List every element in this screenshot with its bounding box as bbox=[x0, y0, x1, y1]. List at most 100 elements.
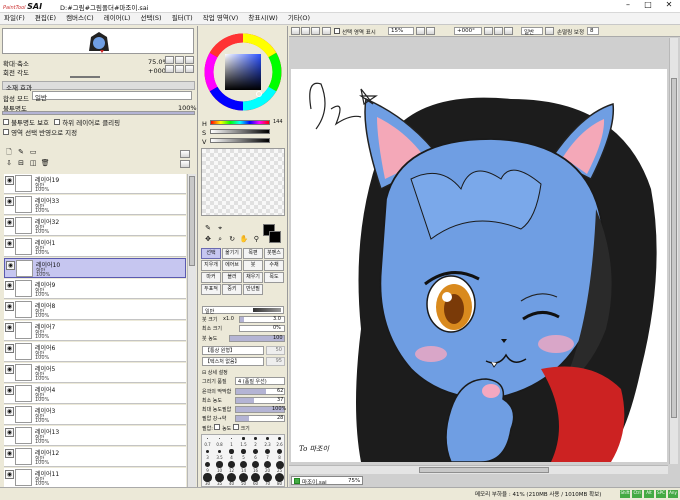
brush-size-cell[interactable]: 3.5 bbox=[214, 448, 225, 460]
brush-size-cell[interactable]: 1 bbox=[226, 435, 237, 447]
panel-splitter[interactable] bbox=[70, 76, 100, 78]
brush-size-cell[interactable]: 20 bbox=[262, 460, 273, 473]
angle-select[interactable]: +000° bbox=[454, 27, 482, 35]
menu-select[interactable]: 선택(S) bbox=[136, 13, 165, 24]
brush-size-cell[interactable]: 4 bbox=[226, 448, 237, 460]
brush-size-cell[interactable]: 40 bbox=[226, 473, 237, 486]
tool-button[interactable]: 지우개 bbox=[201, 260, 221, 271]
color-wheel[interactable] bbox=[203, 32, 283, 112]
menu-window[interactable]: 창표시(W) bbox=[244, 13, 281, 24]
brush-size-cell[interactable]: 50 bbox=[238, 473, 249, 486]
visibility-eye-icon[interactable]: ◉ bbox=[5, 197, 14, 206]
brush-size-cell[interactable]: 25 bbox=[274, 460, 284, 473]
brush-size-cell[interactable]: 9 bbox=[202, 461, 213, 473]
layer-row[interactable]: ◉ 레이어9 항반 100% bbox=[4, 279, 186, 299]
visibility-eye-icon[interactable]: ◉ bbox=[5, 449, 14, 458]
brush-size-cell[interactable]: 70 bbox=[262, 473, 273, 486]
menu-view[interactable]: 작업 영역(V) bbox=[199, 13, 243, 24]
delete-layer-icon[interactable]: 🗑 bbox=[40, 158, 50, 168]
tool-button[interactable]: 블러 bbox=[222, 272, 242, 283]
zoom-select[interactable]: 15% bbox=[388, 27, 414, 35]
deselect-button[interactable] bbox=[311, 27, 320, 35]
pencil-icon[interactable]: ✎ bbox=[203, 223, 213, 233]
quality-select[interactable]: 4 (품질 우선) bbox=[235, 377, 285, 385]
menu-others[interactable]: 기타(O) bbox=[284, 13, 314, 24]
zoom-tool-icon[interactable]: ⌕ bbox=[215, 234, 225, 244]
brush-size-cell[interactable]: 0.8 bbox=[214, 435, 225, 447]
saturation-slider[interactable] bbox=[210, 129, 270, 134]
layer-row[interactable]: ◉ 레이어12 항반 100% bbox=[4, 447, 186, 467]
value-slider[interactable] bbox=[210, 138, 270, 143]
visibility-eye-icon[interactable]: ◉ bbox=[5, 470, 14, 479]
layer-row[interactable]: ◉ 레이어1 항반 100% bbox=[4, 237, 186, 257]
tool-button[interactable]: 목도 bbox=[264, 272, 284, 283]
background-color[interactable] bbox=[269, 231, 281, 243]
menu-layer[interactable]: 레이어(L) bbox=[100, 13, 135, 24]
brush-size-cell[interactable]: 14 bbox=[238, 461, 249, 473]
tool-button[interactable]: 선택 bbox=[201, 248, 221, 259]
source-checkbox[interactable] bbox=[3, 129, 9, 135]
brush-size-cell[interactable]: 2.3 bbox=[262, 435, 273, 447]
layer-row[interactable]: ◉ 레이어7 항반 100% bbox=[4, 321, 186, 341]
brush-size-cell[interactable]: 30 bbox=[202, 473, 213, 486]
brush-size-cell[interactable]: 10 bbox=[214, 461, 225, 473]
zoom-out-button[interactable] bbox=[175, 56, 184, 64]
tool-button[interactable]: 중키 bbox=[222, 284, 242, 295]
menu-edit[interactable]: 편집(E) bbox=[31, 13, 60, 24]
undo-button[interactable] bbox=[291, 27, 300, 35]
hand-icon[interactable]: ✋ bbox=[239, 234, 249, 244]
dropper-icon[interactable]: ⌖ bbox=[215, 223, 225, 233]
canvas-vscrollbar-thumb[interactable] bbox=[671, 78, 677, 418]
canvas-hscrollbar[interactable] bbox=[289, 465, 668, 474]
layer-row[interactable]: ◉ 레이어6 항반 100% bbox=[4, 342, 186, 362]
document-tab[interactable]: 마조이.sai 75% bbox=[291, 476, 363, 486]
rotate-reset-button[interactable] bbox=[185, 65, 194, 73]
visibility-eye-icon[interactable]: ◉ bbox=[5, 281, 14, 290]
layer-row[interactable]: ◉ 레이어3 항반 100% bbox=[4, 405, 186, 425]
zoom-reset-button[interactable] bbox=[185, 56, 194, 64]
tool-button[interactable]: 두표적 bbox=[201, 284, 221, 295]
brush-size-cell[interactable]: 5 bbox=[238, 448, 249, 460]
tool-button[interactable]: 마커 bbox=[201, 272, 221, 283]
brush-size-cell[interactable]: 2.6 bbox=[274, 435, 284, 447]
mode-select[interactable]: 일반 bbox=[521, 27, 543, 36]
effects-header[interactable]: 소재 효과 bbox=[2, 81, 195, 92]
brush-texture-strength[interactable]: 95 bbox=[266, 357, 285, 366]
brush-size-cell[interactable]: 8 bbox=[274, 448, 284, 460]
new-folder-icon[interactable]: ▭ bbox=[28, 147, 38, 157]
layer-row[interactable]: ◉ 레이어13 항반 100% bbox=[4, 426, 186, 446]
mode-button[interactable] bbox=[545, 27, 554, 35]
menu-canvas[interactable]: 캠버스(C) bbox=[62, 13, 98, 24]
brush-size-mult[interactable]: x1.0 bbox=[223, 316, 234, 322]
opacity-slider[interactable] bbox=[2, 111, 195, 115]
rotate-right-button[interactable] bbox=[175, 65, 184, 73]
blend-mode-select[interactable]: 일반 bbox=[32, 91, 192, 102]
merge-down-icon[interactable]: ⊟ bbox=[16, 158, 26, 168]
tool-button[interactable]: 목편 bbox=[243, 248, 263, 259]
maximize-icon[interactable]: □ bbox=[642, 0, 654, 9]
brush-shape-strength[interactable]: 50 bbox=[266, 346, 285, 355]
zoom-plus-button[interactable] bbox=[426, 27, 435, 35]
eyedropper-icon[interactable]: ⚲ bbox=[251, 234, 261, 244]
brush-size-cell[interactable]: 60 bbox=[250, 473, 261, 486]
visibility-eye-icon[interactable]: ◉ bbox=[5, 302, 14, 311]
zoom-minus-button[interactable] bbox=[416, 27, 425, 35]
visibility-eye-icon[interactable]: ◉ bbox=[5, 218, 14, 227]
visibility-eye-icon[interactable]: ◉ bbox=[5, 386, 14, 395]
brush-texture-select[interactable]: 【텍스처 없음】 bbox=[202, 357, 264, 366]
invert-selection-button[interactable] bbox=[322, 27, 331, 35]
selection-show-checkbox[interactable] bbox=[334, 28, 340, 34]
rotate-left-button[interactable] bbox=[165, 65, 174, 73]
layer-row[interactable]: ◉ 레이어4 항반 100% bbox=[4, 384, 186, 404]
color-swatches[interactable] bbox=[201, 148, 285, 216]
tool-button[interactable]: 에어브러시 bbox=[222, 260, 242, 271]
clip-checkbox[interactable] bbox=[54, 119, 61, 125]
new-linework-layer-icon[interactable]: ✎ bbox=[16, 147, 26, 157]
brush-size-cell[interactable]: 7 bbox=[262, 448, 273, 460]
brush-size-cell[interactable]: 12 bbox=[226, 461, 237, 473]
close-icon[interactable]: ✕ bbox=[663, 0, 675, 9]
layer-row[interactable]: ◉ 레이어5 항반 100% bbox=[4, 363, 186, 383]
layer-panel-button[interactable] bbox=[180, 150, 190, 158]
tool-button[interactable]: 붓 bbox=[243, 260, 263, 271]
brush-size-cell[interactable]: 1.5 bbox=[238, 435, 249, 447]
